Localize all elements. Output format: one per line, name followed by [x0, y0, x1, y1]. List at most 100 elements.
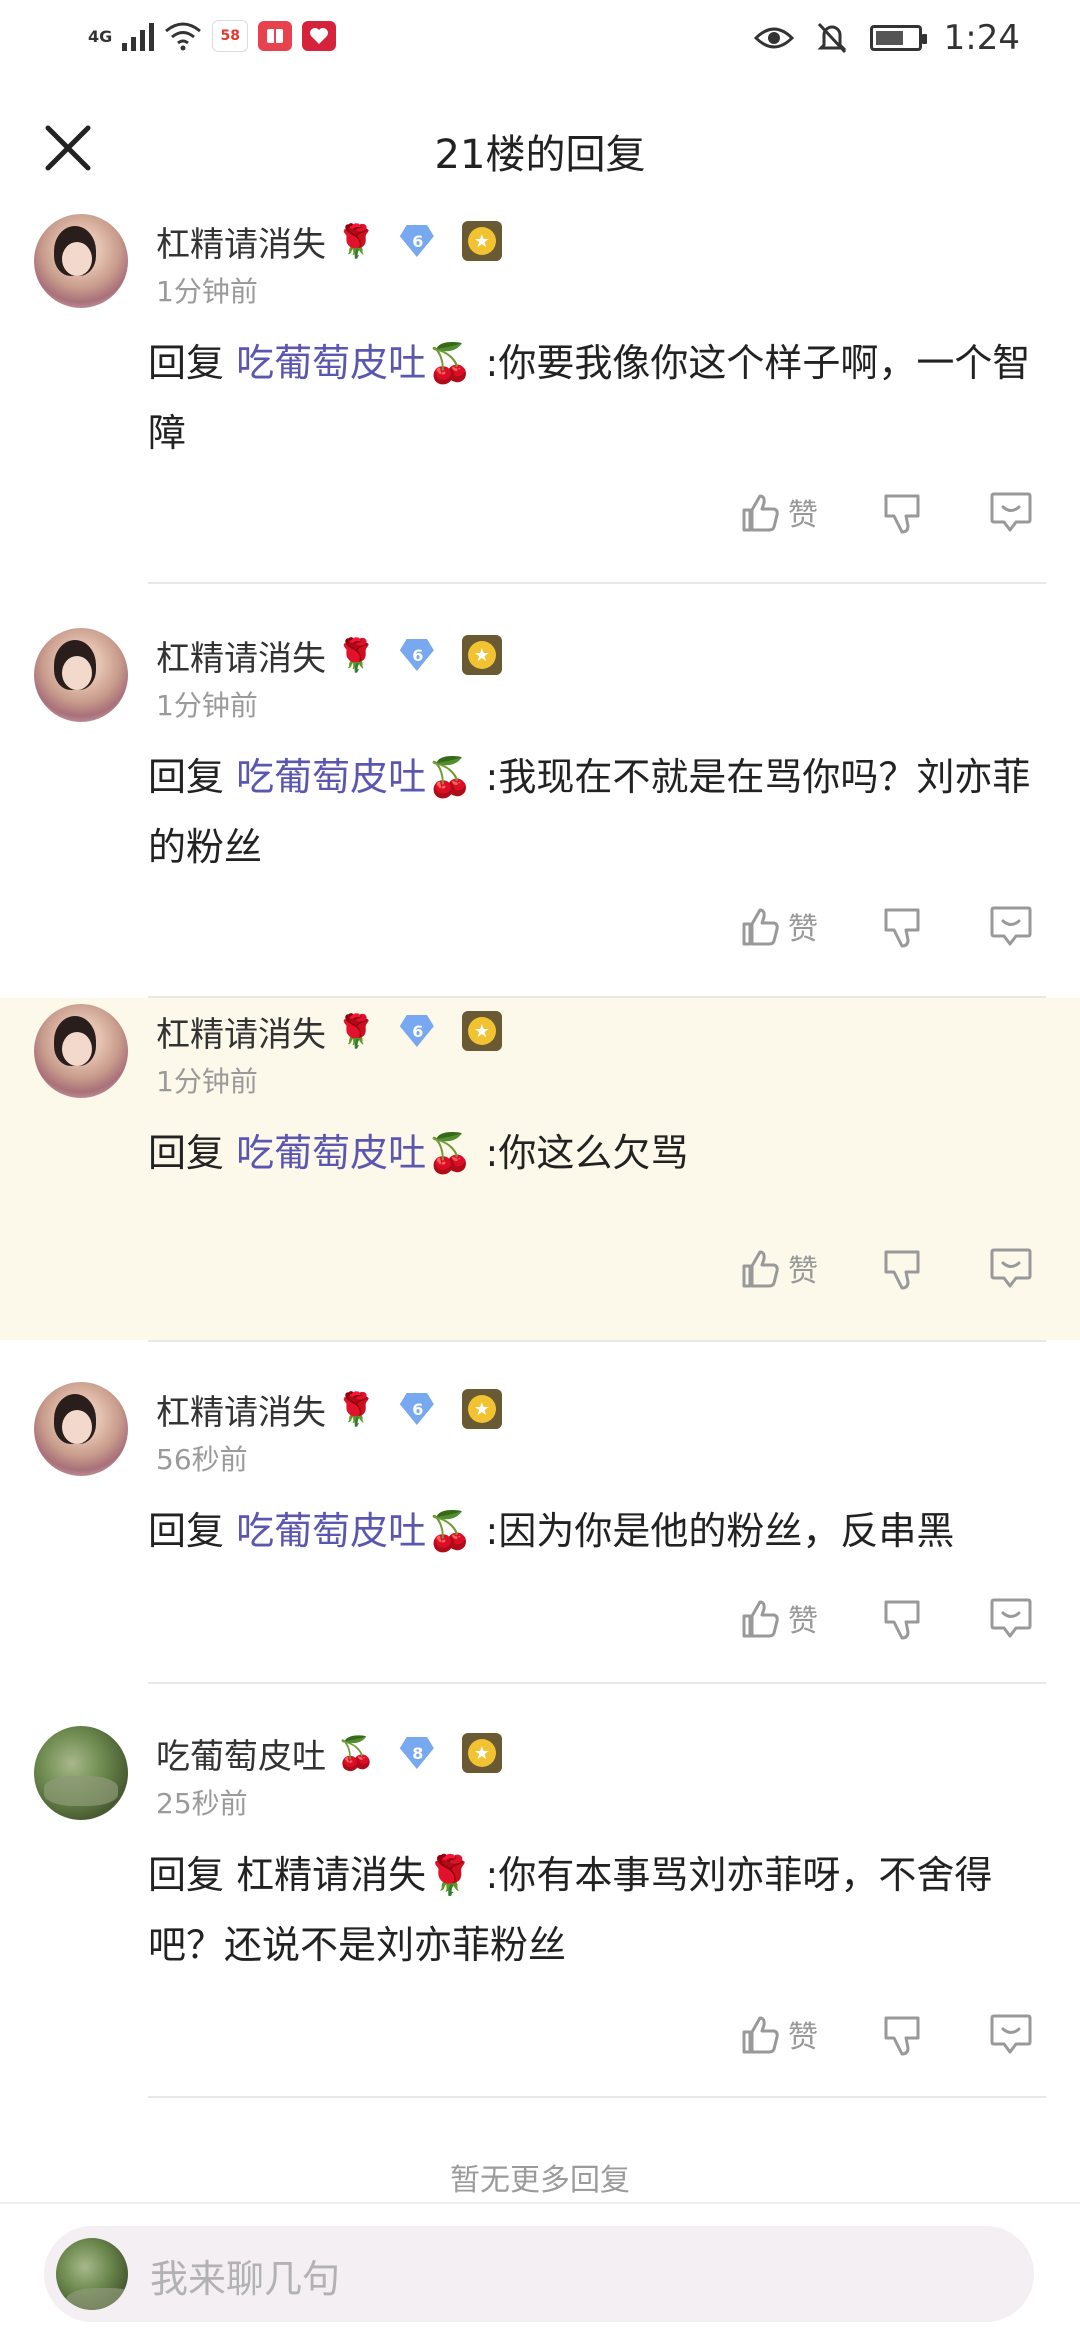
dislike-button[interactable]	[880, 906, 924, 950]
username[interactable]: 杠精请消失	[156, 1385, 326, 1434]
name-emoji: 🌹	[336, 636, 376, 674]
comment-bubble-icon	[990, 1248, 1032, 1288]
username[interactable]: 吃葡萄皮吐	[156, 1729, 326, 1778]
reply-button[interactable]	[988, 2012, 1034, 2056]
name-row: 吃葡萄皮吐 🍒 8 ★	[156, 1728, 502, 1778]
comment-actions: 赞	[0, 1596, 1080, 1656]
level-badge-icon: 8	[398, 1735, 438, 1771]
thumbs-down-icon	[884, 1600, 920, 1640]
reply-prefix: 回复	[148, 1131, 225, 1175]
mention-emoji: 🌹	[426, 1853, 474, 1897]
like-button[interactable]: 赞	[738, 490, 818, 534]
avatar[interactable]	[34, 1726, 128, 1820]
dislike-button[interactable]	[880, 492, 924, 536]
app-58-icon: 58	[212, 20, 249, 52]
thumbs-up-icon	[742, 494, 779, 532]
battery-icon	[869, 25, 927, 51]
dislike-button[interactable]	[880, 1598, 924, 1642]
mention-user[interactable]: 吃葡萄皮吐	[236, 341, 426, 385]
name-row: 杠精请消失 🌹 6 ★	[156, 1006, 502, 1056]
comment-bubble-icon	[990, 2014, 1032, 2054]
medal-icon: ★	[461, 1733, 502, 1773]
reply-prefix: 回复	[148, 1853, 225, 1897]
level-badge-icon: 6	[398, 1013, 438, 1049]
mention-emoji: 🍒	[426, 755, 474, 799]
dislike-button[interactable]	[880, 2014, 924, 2058]
avatar[interactable]	[34, 1004, 128, 1098]
medal-icon: ★	[461, 221, 502, 261]
eye-icon	[753, 27, 794, 49]
comment-item[interactable]: 杠精请消失 🌹 6 ★ 1分钟前 回复 吃葡萄皮吐🍒 :你要我像你这个样子啊，一…	[0, 208, 1080, 584]
medal-icon: ★	[461, 635, 502, 675]
my-avatar	[56, 2238, 128, 2310]
comment-actions: 赞	[0, 904, 1080, 964]
comment-item[interactable]: 吃葡萄皮吐 🍒 8 ★ 25秒前 回复 杠精请消失🌹 :你有本事骂刘亦菲呀，不舍…	[0, 1720, 1080, 2100]
level-number: 8	[412, 1743, 424, 1763]
comment-time: 25秒前	[156, 1787, 248, 1820]
no-more-replies: 暂无更多回复	[450, 2163, 630, 2198]
reply-button[interactable]	[988, 904, 1034, 948]
level-number: 6	[412, 231, 424, 251]
signal-icon	[122, 21, 155, 51]
avatar[interactable]	[34, 214, 128, 308]
name-row: 杠精请消失 🌹 6 ★	[156, 216, 502, 266]
reply-body: :你这么欠骂	[485, 1131, 689, 1175]
reply-prefix: 回复	[148, 1509, 225, 1553]
bell-mute-icon	[817, 22, 847, 54]
comment-item[interactable]: 杠精请消失 🌹 6 ★ 1分钟前 回复 吃葡萄皮吐🍒 :你这么欠骂 赞	[0, 998, 1080, 1340]
reply-button[interactable]	[988, 490, 1034, 534]
comment-divider	[148, 1682, 1046, 1684]
app-red-book-icon	[258, 21, 293, 51]
medal-icon: ★	[461, 1389, 502, 1429]
thumbs-down-icon	[884, 494, 920, 534]
comment-time: 1分钟前	[156, 689, 258, 722]
like-button[interactable]: 赞	[738, 1596, 818, 1640]
medal-icon: ★	[461, 1011, 502, 1051]
name-row: 杠精请消失 🌹 6 ★	[156, 1384, 502, 1434]
comment-time: 56秒前	[156, 1443, 248, 1476]
name-emoji: 🍒	[336, 1734, 376, 1772]
wifi-icon	[165, 22, 202, 51]
like-button[interactable]: 赞	[738, 904, 818, 948]
level-number: 6	[412, 1399, 424, 1419]
bottom-input-bar: 我来聊几句	[0, 2202, 1080, 2340]
page-header: 21楼的回复	[0, 100, 1080, 196]
thumbs-up-icon	[742, 1250, 779, 1288]
reply-button[interactable]	[988, 1596, 1034, 1640]
comment-text: 回复 吃葡萄皮吐🍒 :我现在不就是在骂你吗？刘亦菲的粉丝	[148, 742, 1048, 882]
username[interactable]: 杠精请消失	[156, 631, 326, 680]
reply-button[interactable]	[988, 1246, 1034, 1290]
like-label: 赞	[788, 1254, 818, 1289]
mention-user[interactable]: 吃葡萄皮吐	[236, 1131, 426, 1175]
comment-actions: 赞	[0, 1246, 1080, 1306]
dislike-button[interactable]	[880, 1248, 924, 1292]
name-emoji: 🌹	[336, 1012, 376, 1050]
comment-text: 回复 吃葡萄皮吐🍒 :你要我像你这个样子啊，一个智障	[148, 328, 1048, 468]
like-button[interactable]: 赞	[738, 2012, 818, 2056]
comment-divider	[148, 582, 1046, 584]
comment-input[interactable]: 我来聊几句	[44, 2226, 1034, 2322]
name-row: 杠精请消失 🌹 6 ★	[156, 630, 502, 680]
comment-item[interactable]: 杠精请消失 🌹 6 ★ 56秒前 回复 吃葡萄皮吐🍒 :因为你是他的粉丝，反串黑…	[0, 1376, 1080, 1684]
status-left: 4G 58	[88, 20, 337, 52]
mention-user[interactable]: 杠精请消失	[236, 1853, 426, 1897]
thumbs-down-icon	[884, 2016, 920, 2056]
avatar[interactable]	[34, 628, 128, 722]
username[interactable]: 杠精请消失	[156, 1007, 326, 1056]
level-badge-icon: 6	[398, 637, 438, 673]
comment-text: 回复 杠精请消失🌹 :你有本事骂刘亦菲呀，不舍得吧？还说不是刘亦菲粉丝	[148, 1840, 1048, 1980]
avatar[interactable]	[34, 1382, 128, 1476]
comment-text: 回复 吃葡萄皮吐🍒 :因为你是他的粉丝，反串黑	[148, 1496, 1048, 1566]
input-placeholder: 我来聊几句	[150, 2257, 341, 2301]
like-button[interactable]: 赞	[738, 1246, 818, 1290]
thumbs-up-icon	[742, 1600, 779, 1638]
comment-item[interactable]: 杠精请消失 🌹 6 ★ 1分钟前 回复 吃葡萄皮吐🍒 :我现在不就是在骂你吗？刘…	[0, 622, 1080, 998]
comment-bubble-icon	[990, 492, 1032, 532]
comment-divider	[148, 2096, 1046, 2098]
mention-user[interactable]: 吃葡萄皮吐	[236, 1509, 426, 1553]
username[interactable]: 杠精请消失	[156, 217, 326, 266]
like-label: 赞	[788, 1604, 818, 1639]
mention-user[interactable]: 吃葡萄皮吐	[236, 755, 426, 799]
reply-body: :因为你是他的粉丝，反串黑	[485, 1509, 955, 1553]
level-badge-icon: 6	[398, 1391, 438, 1427]
